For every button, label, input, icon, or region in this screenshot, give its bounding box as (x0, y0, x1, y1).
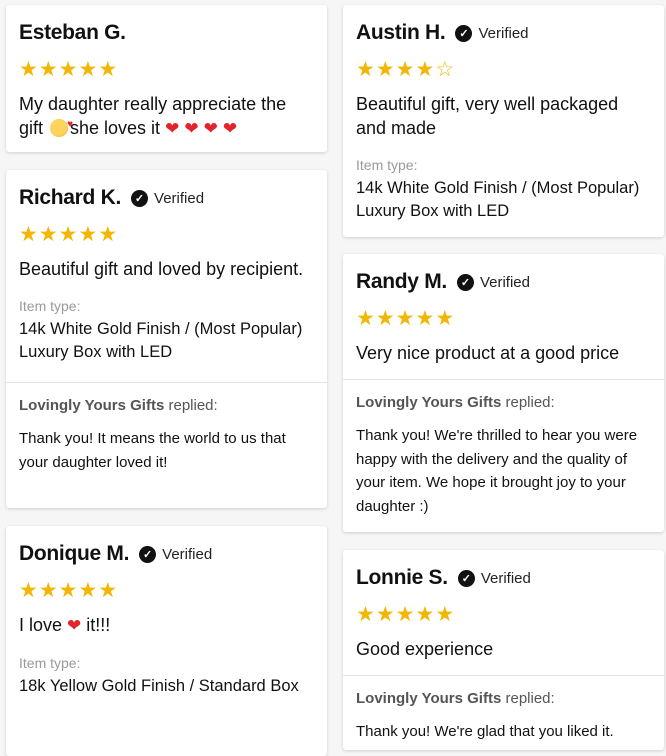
review-text: My daughter really appreciate the gift s… (19, 92, 314, 141)
reviewer-name: Austin H. (356, 21, 446, 44)
star-filled-icon: ★ (38, 223, 58, 246)
reviewer-name: Randy M. (356, 270, 447, 293)
heart-icon: ❤ (222, 119, 238, 138)
star-filled-icon: ★ (375, 603, 395, 626)
review-card: Donique M. ✓ Verified ★ ★ ★ ★ ★ I love ❤… (6, 526, 327, 756)
star-rating: ★ ★ ★ ★ ★ (19, 580, 314, 602)
merchant-reply: Lovingly Yours Gifts replied: Thank you!… (343, 379, 664, 530)
review-card: Randy M. ✓ Verified ★ ★ ★ ★ ★ Very nice … (343, 254, 664, 532)
heart-icon: ❤ (67, 616, 82, 635)
reply-header: Lovingly Yours Gifts replied: (19, 397, 218, 414)
verified-label: Verified (480, 569, 531, 587)
reviewer-name: Richard K. (19, 186, 122, 209)
item-type-label: Item type: (19, 655, 81, 671)
reply-header: Lovingly Yours Gifts replied: (356, 690, 555, 707)
star-filled-icon: ★ (78, 223, 98, 246)
verified-label: Verified (478, 24, 529, 42)
merchant-reply: Lovingly Yours Gifts replied: Thank you!… (6, 382, 327, 486)
star-filled-icon: ★ (98, 579, 118, 602)
star-empty-icon: ☆ (435, 58, 455, 81)
review-text: Beautiful gift, very well packaged and m… (356, 94, 619, 138)
review-header: Lonnie S. ✓ Verified (356, 564, 651, 592)
heart-icon: ❤ (184, 119, 199, 138)
verified-check-icon: ✓ (457, 569, 475, 587)
review-text: Beautiful gift and loved by recipient. (19, 259, 304, 279)
star-filled-icon: ★ (356, 307, 375, 330)
star-filled-icon: ★ (375, 307, 395, 330)
reviewer-name: Lonnie S. (356, 566, 448, 589)
verified-label: Verified (154, 189, 205, 207)
star-rating: ★ ★ ★ ★ ★ (19, 224, 314, 246)
reviewer-name: Esteban G. (19, 21, 126, 44)
verified-label: Verified (479, 273, 530, 291)
star-filled-icon: ★ (356, 603, 375, 626)
verified-check-icon: ✓ (455, 24, 473, 42)
verified-label: Verified (162, 545, 213, 563)
star-filled-icon: ★ (58, 223, 78, 246)
star-filled-icon: ★ (38, 579, 58, 602)
star-filled-icon: ★ (395, 603, 415, 626)
star-filled-icon: ★ (435, 307, 455, 330)
reply-header: Lovingly Yours Gifts replied: (356, 394, 555, 411)
review-header: Richard K. ✓ Verified (19, 184, 314, 212)
review-header: Randy M. ✓ Verified (356, 268, 651, 296)
item-type-value: 14k White Gold Finish / (Most Popular) L… (356, 179, 640, 220)
star-filled-icon: ★ (356, 58, 375, 81)
review-header: Esteban G. (19, 19, 314, 47)
star-filled-icon: ★ (19, 579, 38, 602)
star-filled-icon: ★ (78, 58, 98, 81)
star-filled-icon: ★ (395, 58, 415, 81)
verified-check-icon: ✓ (139, 545, 157, 563)
star-filled-icon: ★ (78, 579, 98, 602)
star-filled-icon: ★ (395, 307, 415, 330)
star-filled-icon: ★ (38, 58, 58, 81)
star-rating: ★ ★ ★ ★ ★ (356, 604, 651, 626)
review-card: Richard K. ✓ Verified ★ ★ ★ ★ ★ Beautifu… (6, 170, 327, 508)
reviewer-name: Donique M. (19, 542, 130, 565)
merchant-reply: Lovingly Yours Gifts replied: Thank you!… (343, 675, 664, 750)
item-type-value: 14k White Gold Finish / (Most Popular) L… (19, 320, 303, 361)
star-filled-icon: ★ (19, 223, 38, 246)
star-filled-icon: ★ (19, 58, 38, 81)
star-filled-icon: ★ (98, 58, 118, 81)
star-rating: ★ ★ ★ ★ ★ (19, 59, 314, 81)
smiling-face-with-hearts-icon (50, 113, 73, 137)
star-filled-icon: ★ (415, 58, 435, 81)
review-header: Donique M. ✓ Verified (19, 540, 314, 568)
heart-icon: ❤ (165, 119, 180, 138)
star-rating: ★ ★ ★ ★ ★ (356, 308, 651, 330)
reply-text: Thank you! We're thrilled to hear you we… (356, 427, 638, 515)
star-filled-icon: ★ (375, 58, 395, 81)
review-card: Esteban G. ★ ★ ★ ★ ★ My daughter really … (6, 5, 327, 152)
star-filled-icon: ★ (98, 223, 118, 246)
item-type-value: 18k Yellow Gold Finish / Standard Box (19, 677, 299, 695)
verified-check-icon: ✓ (131, 189, 149, 207)
review-text: I love ❤ it!!! (19, 615, 111, 635)
review-text: Good experience (356, 639, 494, 659)
star-filled-icon: ★ (435, 603, 455, 626)
item-type-label: Item type: (356, 157, 418, 173)
review-text: Very nice product at a good price (356, 343, 620, 363)
star-filled-icon: ★ (415, 307, 435, 330)
review-card: Austin H. ✓ Verified ★ ★ ★ ★ ☆ Beautiful… (343, 5, 664, 237)
star-filled-icon: ★ (415, 603, 435, 626)
reply-text: Thank you! It means the world to us that… (19, 430, 286, 471)
review-header: Austin H. ✓ Verified (356, 19, 651, 47)
review-card: Lonnie S. ✓ Verified ★ ★ ★ ★ ★ Good expe… (343, 550, 664, 750)
star-filled-icon: ★ (58, 579, 78, 602)
star-filled-icon: ★ (58, 58, 78, 81)
item-type-label: Item type: (19, 298, 81, 314)
heart-icon: ❤ (203, 119, 218, 138)
verified-check-icon: ✓ (456, 273, 474, 291)
star-rating: ★ ★ ★ ★ ☆ (356, 59, 651, 81)
